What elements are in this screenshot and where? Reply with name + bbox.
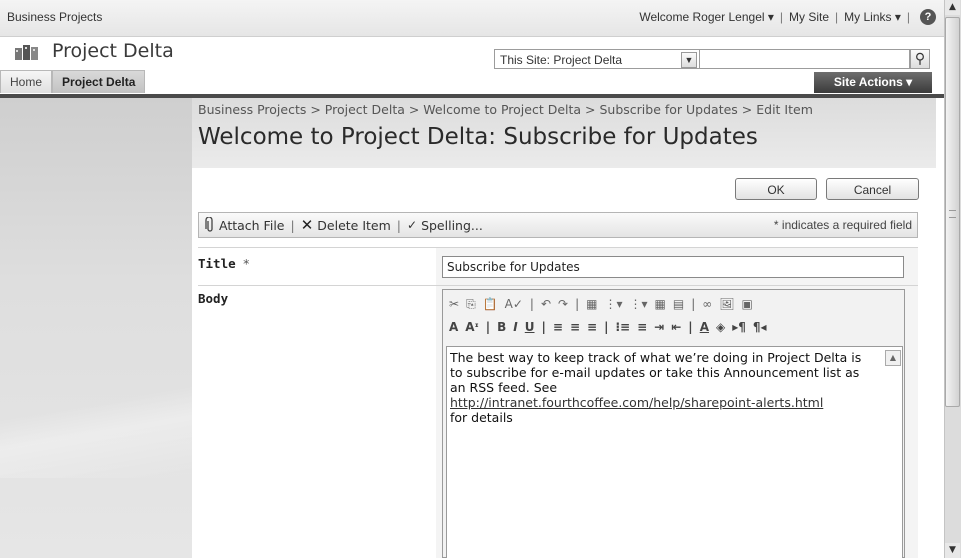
required-star: * [243,256,250,271]
body-field-label: Body [198,291,229,306]
insert-row-icon[interactable]: ⋮▾ [604,297,622,311]
top-bar: Business Projects Welcome Roger Lengel ▾… [0,0,944,37]
ok-button[interactable]: OK [735,178,817,200]
body-paragraph: The best way to keep track of what we’re… [450,350,862,395]
search-scope-select[interactable]: This Site: Project Delta ▼ [494,49,700,69]
divider [198,285,918,286]
bulleted-list-icon[interactable]: ≡ [637,320,647,334]
align-left-icon[interactable]: ≡ [553,320,563,334]
separator: | [691,297,696,311]
search-input[interactable] [700,49,910,69]
spellcheck-icon[interactable]: A✓ [505,297,523,311]
background-color-icon[interactable]: ◈ [716,320,725,334]
spelling-button[interactable]: ✓ Spelling... [401,218,489,233]
site-title[interactable]: Project Delta [52,40,174,62]
editor-scroll-up-icon[interactable]: ▲ [885,350,901,366]
separator: | [485,320,491,334]
rtl-icon[interactable]: ¶◂ [753,320,767,334]
indent-icon[interactable]: ⇥ [654,320,664,334]
help-link[interactable]: http://intranet.fourthcoffee.com/help/sh… [450,395,823,410]
user-links: Welcome Roger Lengel ▾ | My Site | My Li… [639,9,936,25]
font-size-icon[interactable]: Aᶦ [465,320,478,334]
separator: | [906,10,910,24]
text-color-icon[interactable]: A [700,320,709,334]
separator: | [779,10,784,24]
font-icon[interactable]: A [449,320,458,334]
split-cells-icon[interactable]: ▤ [673,297,684,311]
spelling-icon: ✓ [407,218,418,232]
attach-file-button[interactable]: Attach File [199,217,290,233]
my-site-link[interactable]: My Site [789,10,829,24]
site-logo-icon [15,45,38,60]
welcome-menu[interactable]: Welcome Roger Lengel ▾ [639,10,774,24]
bold-icon[interactable]: B [497,320,506,334]
scroll-up-icon[interactable]: ▲ [945,0,960,15]
paperclip-icon [205,217,213,232]
delete-item-label: Delete Item [317,217,391,233]
chevron-down-icon[interactable]: ▼ [681,52,697,68]
body-tail: for details [450,410,513,425]
edit-html-icon[interactable]: ▣ [741,297,752,311]
ltr-icon[interactable]: ▸¶ [732,320,746,334]
search-icon[interactable]: ⚲ [910,49,930,69]
help-icon[interactable]: ? [920,9,936,25]
separator: | [575,297,580,311]
form-toolbar: Attach File | ✕ Delete Item | ✓ Spelling… [198,212,918,238]
separator: | [688,320,693,334]
delete-icon: ✕ [300,216,314,234]
breadcrumb[interactable]: Business Projects > Project Delta > Welc… [198,102,813,117]
align-right-icon[interactable]: ≡ [587,320,597,334]
scroll-grip-icon [949,210,956,218]
page-title: Welcome to Project Delta: Subscribe for … [198,124,758,150]
separator: | [541,320,546,334]
cancel-button[interactable]: Cancel [826,178,919,200]
body-text[interactable]: The best way to keep track of what we’re… [450,350,870,425]
spelling-label: Spelling... [421,217,483,233]
site-name-link[interactable]: Business Projects [7,10,102,24]
undo-icon[interactable]: ↶ [541,297,551,311]
cut-icon[interactable]: ✂ [449,297,459,311]
required-field-note: * indicates a required field [773,218,912,232]
attach-file-label: Attach File [219,217,285,233]
copy-icon[interactable]: ⎘ [466,297,476,312]
separator: | [835,10,839,24]
top-nav-tabs: Home Project Delta [0,70,146,93]
separator: | [604,320,609,334]
scroll-down-icon[interactable]: ▼ [945,543,960,558]
site-actions-menu[interactable]: Site Actions ▾ [814,72,932,93]
outdent-icon[interactable]: ⇤ [671,320,681,334]
rte-toolbar-row-1: ✂ ⎘ 📋 A✓ | ↶ ↷ | ▦ ⋮▾ ⋮▾ ▦ ▤ | ∞ 🖼 ▣ [449,294,753,314]
merge-cells-icon[interactable]: ▦ [655,297,666,311]
title-label-text: Title [198,256,236,271]
insert-table-icon[interactable]: ▦ [586,297,597,311]
left-navigation [0,98,192,558]
rte-toolbar-row-2: A Aᶦ | B I U | ≡ ≡ ≡ | ⁝≡ ≡ ⇥ ⇤ | A ◈ ▸¶… [449,317,767,337]
delete-item-button[interactable]: ✕ Delete Item [295,216,397,234]
search-scope-value: This Site: Project Delta [500,53,623,67]
nav-decoration [0,358,192,478]
title-input[interactable]: Subscribe for Updates [442,256,904,278]
insert-column-icon[interactable]: ⋮▾ [629,297,647,311]
insert-image-icon[interactable]: 🖼 [719,297,734,311]
align-center-icon[interactable]: ≡ [570,320,580,334]
insert-link-icon[interactable]: ∞ [702,297,712,311]
my-links-menu[interactable]: My Links ▾ [844,10,901,24]
tab-project-delta[interactable]: Project Delta [52,70,146,93]
redo-icon[interactable]: ↷ [558,297,568,311]
tab-home[interactable]: Home [0,70,53,93]
paste-icon[interactable]: 📋 [483,297,498,311]
title-field-label: Title * [198,256,249,271]
separator: | [529,297,534,311]
italic-icon[interactable]: I [513,320,517,334]
underline-icon[interactable]: U [525,320,535,334]
numbered-list-icon[interactable]: ⁝≡ [615,320,630,334]
